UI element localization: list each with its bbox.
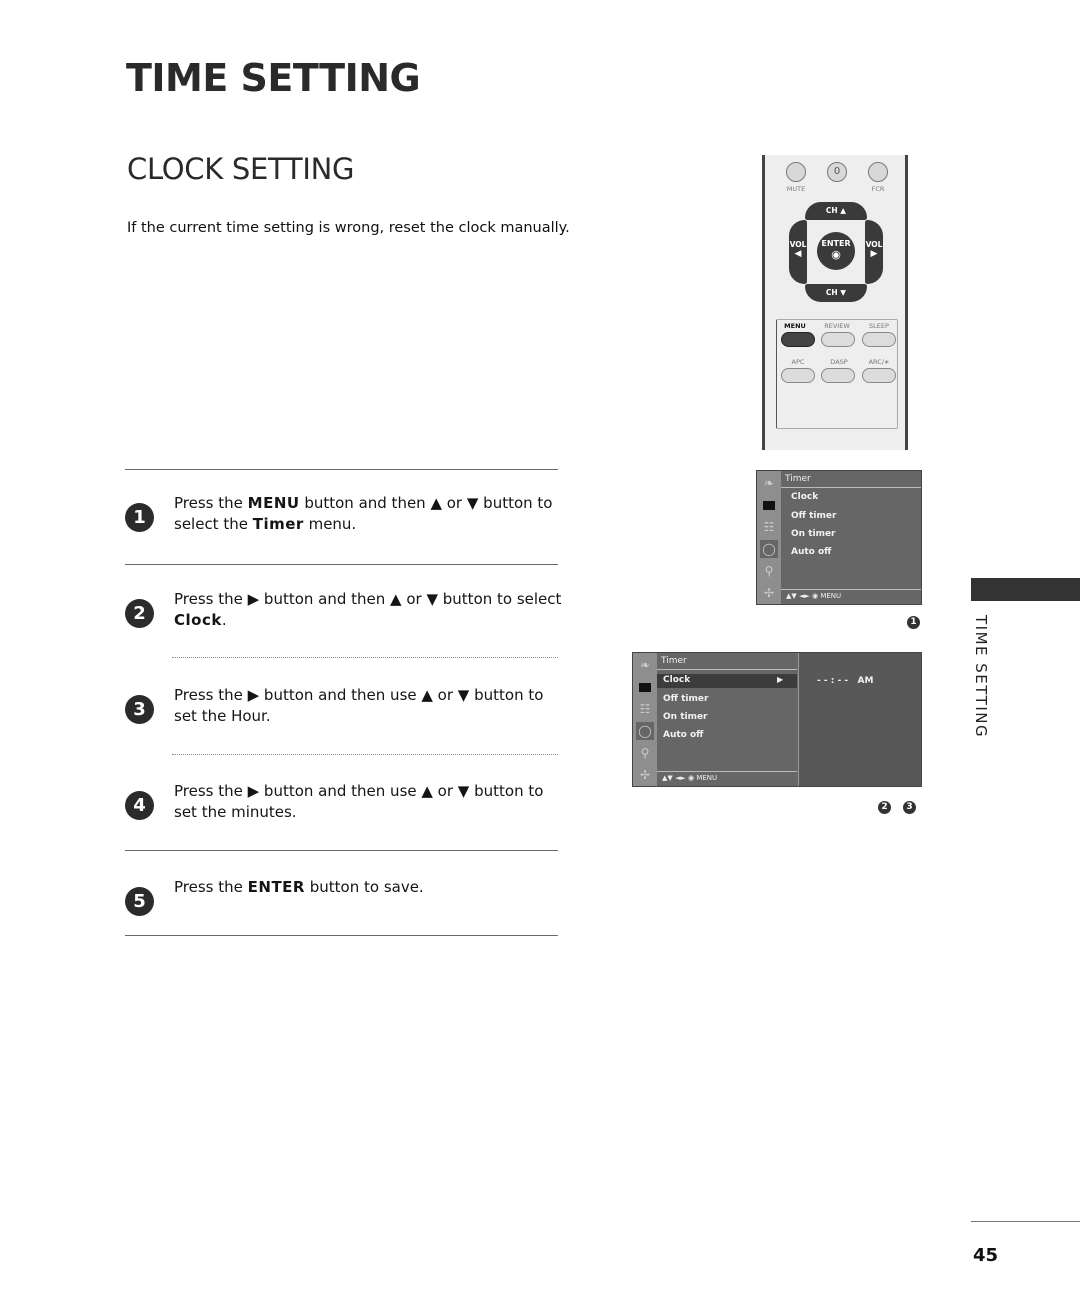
page-number: 45 — [973, 1245, 999, 1266]
navigation-pad: CH ▲ CH ▼ VOL ◀ VOL ▶ ENTER ◉ — [789, 202, 883, 302]
osd-divider — [781, 487, 921, 488]
osd-item-on-timer[interactable]: On timer — [663, 712, 708, 722]
ch-down-button[interactable]: CH ▼ — [805, 284, 867, 302]
vol-up-button[interactable]: VOL ▶ — [865, 220, 883, 284]
osd-divider — [657, 771, 797, 772]
section-title: CLOCK SETTING — [127, 152, 355, 186]
apc-button[interactable] — [781, 368, 815, 383]
dotted-divider — [172, 754, 558, 755]
menu-label: MENU — [784, 322, 806, 330]
osd-item-off-timer[interactable]: Off timer — [791, 511, 836, 521]
osd-title: Timer — [785, 474, 811, 484]
picture-icon — [760, 496, 778, 514]
arc-label: ARC/∗ — [868, 358, 890, 366]
review-label: REVIEW — [824, 322, 850, 330]
key-icon: ⚲ — [764, 564, 774, 578]
divider — [125, 469, 558, 470]
osd-divider — [657, 669, 797, 670]
submenu-arrow-icon: ▶ — [777, 675, 784, 684]
osd-item-on-timer[interactable]: On timer — [791, 529, 836, 539]
osd-sidebar: ❧ ☷ ◯ ⚲ ✢ — [757, 471, 781, 604]
osd-timer-menu: ❧ ☷ ◯ ⚲ ✢ Timer Clock Off timer On timer… — [756, 470, 922, 605]
chapter-tab — [971, 578, 1080, 601]
step-number-badge: 2 — [125, 599, 154, 628]
sleep-label: SLEEP — [869, 322, 889, 330]
step-text: Press the ▶ button and then ▲ or ▼ butto… — [174, 590, 562, 629]
picture-icon — [636, 678, 654, 696]
footer-divider — [971, 1221, 1080, 1222]
zero-button[interactable]: 0 — [827, 162, 847, 182]
osd-sidebar: ❧ ☷ ◯ ⚲ ✢ — [633, 653, 657, 786]
ch-up-button[interactable]: CH ▲ — [805, 202, 867, 220]
speaker-icon: ☷ — [639, 702, 651, 716]
mute-label: MUTE — [786, 185, 806, 193]
vol-down-button[interactable]: VOL ◀ — [789, 220, 807, 284]
review-button[interactable] — [821, 332, 855, 347]
clock-icon: ◯ — [636, 722, 654, 740]
function-button-panel: MENU REVIEW SLEEP APC DASP ARC/∗ — [776, 319, 898, 429]
enter-dot-icon: ◉ — [831, 248, 841, 261]
sleep-button[interactable] — [862, 332, 896, 347]
osd-item-off-timer[interactable]: Off timer — [663, 694, 708, 704]
step-reference-badge: 2 — [878, 801, 891, 814]
step-number-badge: 1 — [125, 503, 154, 532]
dotted-divider — [172, 657, 558, 658]
step-reference-badge: 1 — [907, 616, 920, 629]
step-text: Press the ▶ button and then use ▲ or ▼ b… — [174, 782, 544, 821]
satellite-dish-icon: ❧ — [763, 476, 775, 490]
dasp-button[interactable] — [821, 368, 855, 383]
step-text: Press the MENU button and then ▲ or ▼ bu… — [174, 494, 553, 533]
fcr-label: FCR — [871, 185, 885, 193]
osd-title: Timer — [661, 656, 687, 666]
step-text: Press the ENTER button to save. — [174, 878, 424, 896]
osd-item-clock[interactable]: Clock — [791, 492, 818, 502]
speaker-icon: ☷ — [763, 520, 775, 534]
fcr-button[interactable] — [868, 162, 888, 182]
remote-control-illustration: 0 MUTE FCR CH ▲ CH ▼ VOL ◀ VOL ▶ ENTER ◉ ME… — [762, 155, 908, 450]
mute-button[interactable] — [786, 162, 806, 182]
step-number-badge: 5 — [125, 887, 154, 916]
chapter-label: TIME SETTING — [972, 615, 990, 739]
arc-button[interactable] — [862, 368, 896, 383]
step-number-badge: 4 — [125, 791, 154, 820]
osd-item-clock[interactable]: Clock — [663, 675, 690, 685]
tools-icon: ✢ — [639, 768, 651, 782]
apc-label: APC — [791, 358, 805, 366]
osd-item-auto-off[interactable]: Auto off — [791, 547, 831, 557]
enter-button[interactable]: ENTER ◉ — [817, 232, 855, 270]
step-reference-badge: 3 — [903, 801, 916, 814]
osd-divider — [781, 589, 921, 590]
osd-value-panel: - - : - - AM — [798, 653, 921, 786]
clock-icon: ◯ — [760, 540, 778, 558]
dasp-label: DASP — [830, 358, 848, 366]
clock-value[interactable]: - - : - - AM — [817, 676, 873, 686]
divider — [125, 935, 558, 936]
divider — [125, 564, 558, 565]
satellite-dish-icon: ❧ — [639, 658, 651, 672]
step-text: Press the ▶ button and then use ▲ or ▼ b… — [174, 686, 544, 725]
osd-footer-hints: ▲▼ ◄► ◉ MENU — [786, 592, 842, 600]
key-icon: ⚲ — [640, 746, 650, 760]
divider — [125, 850, 558, 851]
tools-icon: ✢ — [763, 586, 775, 600]
osd-item-auto-off[interactable]: Auto off — [663, 730, 703, 740]
page-title: TIME SETTING — [126, 56, 421, 100]
intro-text: If the current time setting is wrong, re… — [127, 220, 570, 236]
osd-footer-hints: ▲▼ ◄► ◉ MENU — [662, 774, 718, 782]
menu-button[interactable] — [781, 332, 815, 347]
step-number-badge: 3 — [125, 695, 154, 724]
osd-clock-menu: ❧ ☷ ◯ ⚲ ✢ Timer Clock ▶ Off timer On tim… — [632, 652, 922, 787]
